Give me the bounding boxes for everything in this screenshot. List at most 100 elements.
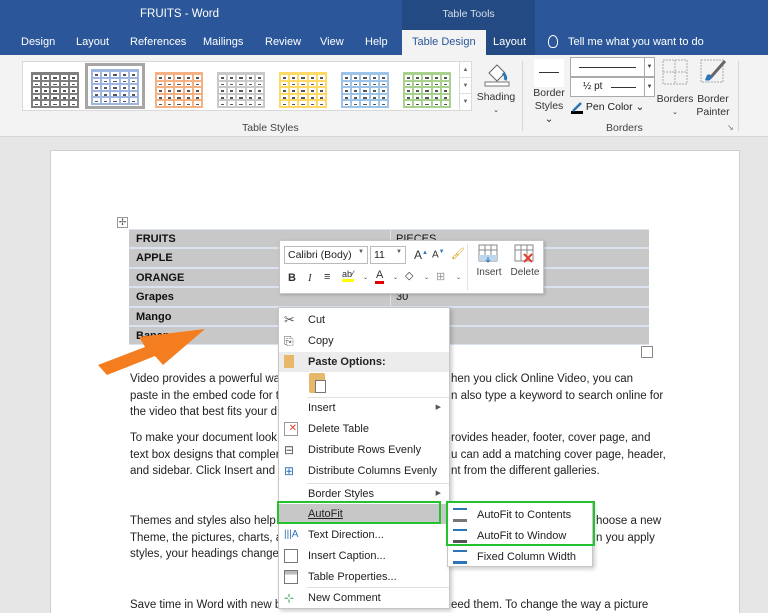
menu-item-insert[interactable]: Insert ▶: [279, 398, 449, 418]
shading-label: Shading: [476, 91, 516, 103]
tab-help[interactable]: Help: [365, 30, 388, 55]
menu-item-table-properties[interactable]: Table Properties...: [279, 567, 449, 587]
pen-color-label: Pen Color: [585, 101, 633, 113]
grow-font-icon[interactable]: A▲: [414, 248, 428, 262]
pen-color-button[interactable]: Pen Color ⌄: [571, 101, 644, 114]
paragraph-1-right: hen you click Online Video, you can n als…: [451, 373, 664, 402]
font-name-box[interactable]: Calibri (Body) ▼: [284, 246, 368, 264]
border-styles-button[interactable]: Border Styles ⌄: [530, 59, 568, 126]
highlight-dropdown-icon[interactable]: ⌄: [363, 274, 368, 281]
delete-table-icon: [514, 244, 534, 263]
format-painter-icon[interactable]: 🖌: [451, 247, 465, 260]
italic-icon[interactable]: I: [308, 272, 312, 284]
menu-item-delete-table[interactable]: ✕ Delete Table: [279, 419, 449, 439]
font-color-dropdown-icon[interactable]: ⌄: [393, 274, 398, 281]
table-style-grid-blue-selected[interactable]: [85, 63, 145, 109]
font-color-icon[interactable]: A: [375, 269, 385, 284]
new-comment-icon: ⊹: [284, 591, 295, 605]
tell-me-search[interactable]: Tell me what you want to do: [548, 30, 704, 55]
table-style-grid-gold[interactable]: [275, 66, 327, 108]
menu-item-insert-caption[interactable]: Insert Caption...: [279, 546, 449, 566]
tab-layout[interactable]: Layout: [76, 30, 109, 55]
menu-item-new-comment[interactable]: ⊹ New Comment: [279, 588, 449, 608]
font-size-box[interactable]: 11 ▼: [370, 246, 406, 264]
gallery-scroll[interactable]: ▲ ▼ ▼: [459, 62, 471, 110]
border-painter-button[interactable]: Border Painter: [694, 59, 732, 119]
gallery-down-button[interactable]: ▼: [460, 78, 471, 94]
shading-fill-icon[interactable]: ◇: [405, 269, 413, 282]
line-weight-dropdown[interactable]: ½ pt ▼: [570, 77, 655, 97]
gallery-more-button[interactable]: ▼: [460, 94, 471, 110]
submenu-fixed-column-width[interactable]: Fixed Column Width: [448, 547, 592, 567]
caption-icon: [284, 549, 298, 563]
tab-table-layout[interactable]: Layout: [493, 30, 526, 55]
highlight-icon[interactable]: ab⁄: [342, 269, 354, 282]
shading-button[interactable]: Shading ⌄: [474, 59, 518, 117]
tab-design[interactable]: Design: [21, 30, 55, 55]
tell-me-text: Tell me what you want to do: [568, 36, 704, 48]
submenu-arrow-icon: ▶: [435, 404, 441, 411]
ribbon: ▲ ▼ ▼ Table Styles Shading ⌄ Border Styl…: [0, 55, 768, 137]
delete-button[interactable]: Delete: [508, 244, 542, 278]
table-tools-label: Table Tools: [442, 8, 495, 20]
borders-grid-icon: [662, 59, 688, 85]
delete-table-icon: ✕: [284, 422, 298, 436]
window-title: FRUITS - Word: [140, 8, 220, 20]
border-painter-icon: [700, 59, 727, 83]
table-style-grid-green[interactable]: [399, 66, 451, 108]
insert-table-icon: [478, 244, 498, 263]
context-menu: ✂ Cut ⎘ Copy Paste Options: Insert ▶ ✕ Delet…: [278, 307, 450, 609]
menu-item-cut[interactable]: ✂ Cut: [279, 310, 449, 330]
menu-item-copy[interactable]: ⎘ Copy: [279, 331, 449, 351]
menu-item-distribute-columns[interactable]: ⊞ Distribute Columns Evenly: [279, 461, 449, 481]
font-name-value: Calibri (Body): [288, 249, 352, 261]
line-weight-value: ½ pt: [583, 81, 603, 92]
orange-arrow-annotation: [98, 329, 205, 375]
table-move-handle[interactable]: ✢: [117, 217, 128, 228]
border-styles-label2: Styles: [534, 100, 564, 112]
border-styles-label: Border: [533, 87, 565, 99]
shrink-font-icon[interactable]: A▼: [432, 249, 445, 260]
tab-review[interactable]: Review: [265, 30, 301, 55]
title-bar: FRUITS - Word: [0, 0, 768, 30]
menu-item-text-direction[interactable]: |||A Text Direction...: [279, 525, 449, 545]
tab-references[interactable]: References: [130, 30, 186, 55]
borders-dialog-launcher[interactable]: ↘: [727, 123, 734, 132]
insert-button[interactable]: Insert: [472, 244, 506, 278]
borders-icon[interactable]: ⊞: [436, 270, 445, 283]
borders-dropdown-icon[interactable]: ⌄: [456, 274, 461, 281]
paste-keep-formatting-icon[interactable]: [309, 373, 326, 393]
paragraph-4-right: eed them. To change the way a picture: [451, 599, 649, 611]
shading-dropdown-icon[interactable]: ⌄: [424, 274, 429, 281]
table-cell-fruit[interactable]: Grapes: [136, 291, 174, 303]
borders-button[interactable]: Borders ⌄: [656, 59, 694, 119]
borders-group-label: Borders: [606, 122, 643, 134]
tab-view[interactable]: View: [320, 30, 344, 55]
tab-mailings[interactable]: Mailings: [203, 30, 243, 55]
table-style-grid-orange[interactable]: [151, 66, 203, 108]
table-style-grid-lightblue[interactable]: [337, 66, 389, 108]
gallery-up-button[interactable]: ▲: [460, 62, 471, 78]
table-cell-fruit[interactable]: Mango: [136, 311, 171, 323]
paragraph-2-right: rovides header, footer, cover page, and u…: [451, 432, 666, 477]
fixed-width-icon: [453, 550, 467, 564]
border-painter-label: Border: [697, 93, 729, 105]
borders-label: Borders: [656, 93, 694, 105]
table-style-plain-grid[interactable]: [27, 66, 79, 108]
border-style-icon: [534, 59, 564, 87]
center-align-icon[interactable]: ≡: [324, 271, 330, 283]
tab-table-design[interactable]: Table Design: [402, 30, 486, 55]
menu-item-distribute-rows[interactable]: ⊟ Distribute Rows Evenly: [279, 440, 449, 460]
table-resize-handle[interactable]: [641, 346, 653, 358]
pen-icon: [571, 102, 583, 114]
line-style-dropdown[interactable]: ▼: [570, 57, 655, 77]
table-style-grid-gray[interactable]: [213, 66, 265, 108]
table-cell-fruit[interactable]: APPLE: [136, 252, 173, 264]
paragraph-3-right: hoose a new n you apply: [596, 515, 662, 544]
table-styles-gallery: ▲ ▼ ▼: [22, 61, 472, 111]
table-cell-fruit[interactable]: FRUITS: [136, 233, 176, 245]
autofit-highlight-box: [277, 501, 441, 524]
bold-icon[interactable]: B: [288, 272, 296, 284]
table-cell-fruit[interactable]: ORANGE: [136, 272, 184, 284]
copy-icon: ⎘: [284, 334, 294, 348]
